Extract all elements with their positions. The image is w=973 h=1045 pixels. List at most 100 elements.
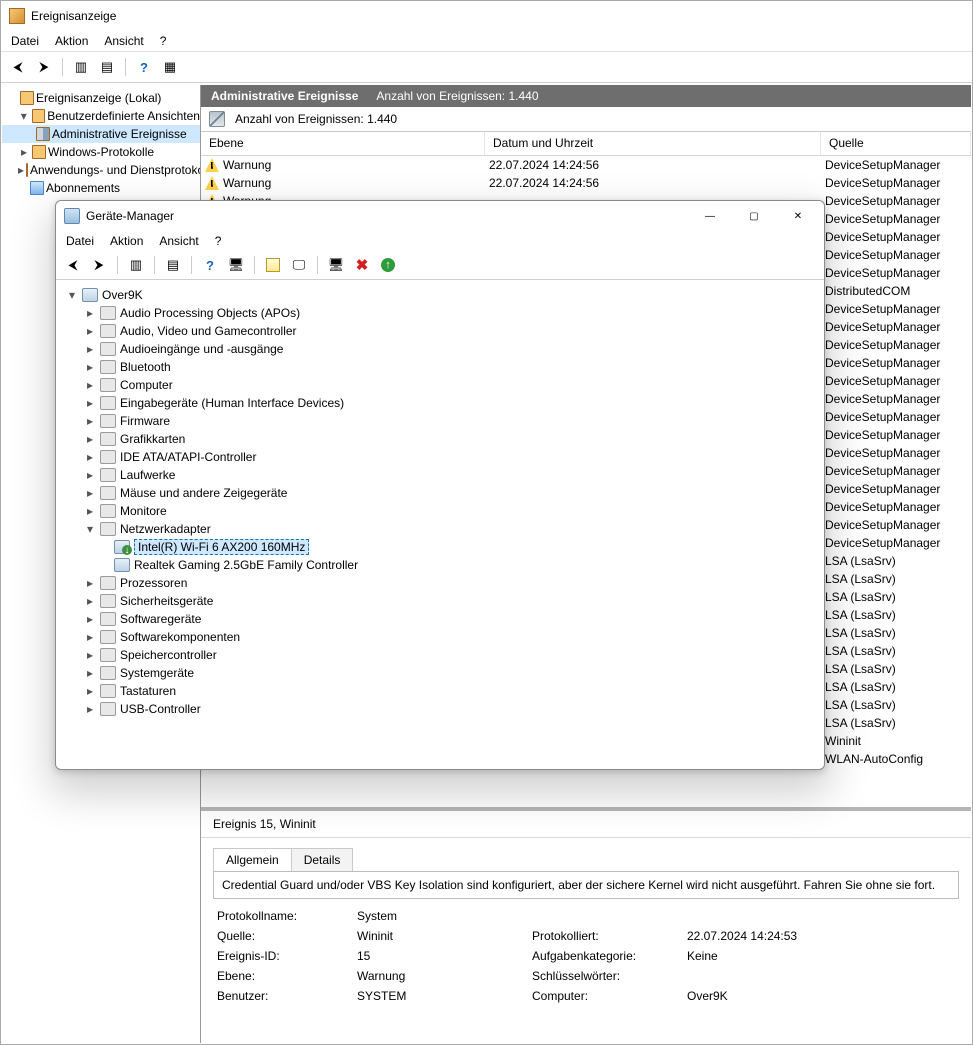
- col-date[interactable]: Datum und Uhrzeit: [485, 132, 821, 155]
- device-category[interactable]: ▸Mäuse und andere Zeigegeräte: [62, 484, 818, 502]
- maximize-button[interactable]: ▢: [732, 202, 776, 230]
- device-tree[interactable]: ▾ Over9K ▸Audio Processing Objects (APOs…: [56, 280, 824, 724]
- val-computer: Over9K: [687, 989, 955, 1003]
- row-source: Wininit: [825, 734, 971, 748]
- device-item-selected[interactable]: Intel(R) Wi-Fi 6 AX200 160MHz: [62, 538, 818, 556]
- device-manager-window[interactable]: Geräte-Manager — ▢ ✕ Datei Aktion Ansich…: [55, 200, 825, 770]
- show-hide-tree-button[interactable]: ▥: [70, 56, 92, 78]
- menu-action[interactable]: Aktion: [55, 34, 88, 48]
- dm-disable-device-button[interactable]: 🖥: [325, 254, 347, 276]
- device-category[interactable]: ▸IDE ATA/ATAPI-Controller: [62, 448, 818, 466]
- category-icon: [100, 342, 116, 356]
- tab-general[interactable]: Allgemein: [213, 848, 292, 871]
- row-source: LSA (LsaSrv): [825, 572, 971, 586]
- event-viewer-titlebar[interactable]: Ereignisanzeige: [1, 1, 972, 31]
- device-tree-root[interactable]: ▾ Over9K: [62, 286, 818, 304]
- table-row[interactable]: Warnung 22.07.2024 14:24:56DeviceSetupMan…: [201, 174, 971, 192]
- dm-properties-button[interactable]: ▤: [162, 254, 184, 276]
- tree-admin-events[interactable]: Administrative Ereignisse: [2, 125, 200, 143]
- tab-details[interactable]: Details: [291, 848, 354, 871]
- device-category[interactable]: ▸Audioeingänge und -ausgänge: [62, 340, 818, 358]
- dm-update-driver-button[interactable]: [262, 254, 284, 276]
- tree-root[interactable]: Ereignisanzeige (Lokal): [2, 89, 200, 107]
- menu-file[interactable]: Datei: [11, 34, 39, 48]
- val-eventid: 15: [357, 949, 522, 963]
- tree-custom-views[interactable]: ▾ Benutzerdefinierte Ansichten: [2, 107, 200, 125]
- device-category[interactable]: ▸Laufwerke: [62, 466, 818, 484]
- device-category-label: IDE ATA/ATAPI-Controller: [120, 450, 256, 464]
- category-icon: [100, 432, 116, 446]
- event-properties-grid: Protokollname: System Quelle: Wininit Pr…: [201, 909, 971, 1003]
- device-category[interactable]: ▸Eingabegeräte (Human Interface Devices): [62, 394, 818, 412]
- device-category[interactable]: ▾Netzwerkadapter: [62, 520, 818, 538]
- menu-view[interactable]: Ansicht: [104, 34, 143, 48]
- col-source[interactable]: Quelle: [821, 132, 971, 155]
- toolbar-separator: [62, 58, 63, 76]
- view-options-button[interactable]: ▦: [159, 56, 181, 78]
- dm-menu-action[interactable]: Aktion: [110, 234, 143, 248]
- row-source: DeviceSetupManager: [825, 176, 971, 190]
- nav-forward-button[interactable]: ⮞: [33, 56, 55, 78]
- help-button[interactable]: ?: [133, 56, 155, 78]
- dm-help-button[interactable]: ?: [199, 254, 221, 276]
- device-category[interactable]: ▸Audio Processing Objects (APOs): [62, 304, 818, 322]
- close-button[interactable]: ✕: [776, 202, 820, 230]
- row-date: 22.07.2024 14:24:56: [489, 176, 825, 190]
- device-item[interactable]: Realtek Gaming 2.5GbE Family Controller: [62, 556, 818, 574]
- dm-enable-device-button[interactable]: ↑: [377, 254, 399, 276]
- device-category-label: Audioeingänge und -ausgänge: [120, 342, 283, 356]
- admin-events-header: Administrative Ereignisse Anzahl von Ere…: [201, 85, 971, 107]
- dm-remove-device-button[interactable]: ✖: [351, 254, 373, 276]
- filter-bar[interactable]: Anzahl von Ereignissen: 1.440: [201, 107, 971, 132]
- tree-app-logs-label: Anwendungs- und Dienstprotokolle: [30, 163, 201, 177]
- device-category[interactable]: ▸Prozessoren: [62, 574, 818, 592]
- device-category[interactable]: ▸Bluetooth: [62, 358, 818, 376]
- dm-menu-view[interactable]: Ansicht: [159, 234, 198, 248]
- device-category[interactable]: ▸Tastaturen: [62, 682, 818, 700]
- device-category-label: Eingabegeräte (Human Interface Devices): [120, 396, 344, 410]
- val-keywords: [687, 969, 955, 983]
- dm-uninstall-button[interactable]: 🖵: [288, 254, 310, 276]
- device-category-label: Softwarekomponenten: [120, 630, 240, 644]
- device-manager-app-icon: [64, 208, 80, 224]
- row-level: Warnung: [223, 176, 271, 190]
- device-category[interactable]: ▸Softwarekomponenten: [62, 628, 818, 646]
- row-source: DeviceSetupManager: [825, 482, 971, 496]
- col-level[interactable]: Ebene: [201, 132, 485, 155]
- val-source: Wininit: [357, 929, 522, 943]
- device-category[interactable]: ▸Monitore: [62, 502, 818, 520]
- row-source: LSA (LsaSrv): [825, 608, 971, 622]
- device-category[interactable]: ▸Grafikkarten: [62, 430, 818, 448]
- dm-show-hide-tree-button[interactable]: ▥: [125, 254, 147, 276]
- lbl-source: Quelle:: [217, 929, 347, 943]
- nav-back-button[interactable]: ⮜: [7, 56, 29, 78]
- device-category[interactable]: ▸Systemgeräte: [62, 664, 818, 682]
- minimize-button[interactable]: —: [688, 202, 732, 230]
- device-category[interactable]: ▸Audio, Video und Gamecontroller: [62, 322, 818, 340]
- category-icon: [100, 612, 116, 626]
- dm-nav-back-button[interactable]: ⮜: [62, 254, 84, 276]
- event-table-header[interactable]: Ebene Datum und Uhrzeit Quelle: [201, 132, 971, 156]
- dm-scan-hardware-button[interactable]: 🖥: [225, 254, 247, 276]
- row-source: DeviceSetupManager: [825, 338, 971, 352]
- device-category[interactable]: ▸Speichercontroller: [62, 646, 818, 664]
- tree-app-service-logs[interactable]: ▸ Anwendungs- und Dienstprotokolle: [2, 161, 200, 179]
- row-source: DeviceSetupManager: [825, 302, 971, 316]
- device-category[interactable]: ▸Computer: [62, 376, 818, 394]
- device-category[interactable]: ▸Sicherheitsgeräte: [62, 592, 818, 610]
- menu-help[interactable]: ?: [160, 34, 167, 48]
- device-manager-titlebar[interactable]: Geräte-Manager — ▢ ✕: [56, 201, 824, 231]
- tree-windows-logs[interactable]: ▸ Windows-Protokolle: [2, 143, 200, 161]
- dm-menu-file[interactable]: Datei: [66, 234, 94, 248]
- event-detail-tabs: Allgemein Details: [213, 848, 971, 871]
- val-user: SYSTEM: [357, 989, 522, 1003]
- dm-menu-help[interactable]: ?: [215, 234, 222, 248]
- dm-nav-forward-button[interactable]: ⮞: [88, 254, 110, 276]
- table-row[interactable]: Warnung22.07.2024 14:24:56DeviceSetupMan…: [201, 156, 971, 174]
- lbl-logged: Protokolliert:: [532, 929, 677, 943]
- properties-button[interactable]: ▤: [96, 56, 118, 78]
- tree-subscriptions[interactable]: Abonnements: [2, 179, 200, 197]
- device-category[interactable]: ▸USB-Controller: [62, 700, 818, 718]
- device-category[interactable]: ▸Softwaregeräte: [62, 610, 818, 628]
- device-category[interactable]: ▸Firmware: [62, 412, 818, 430]
